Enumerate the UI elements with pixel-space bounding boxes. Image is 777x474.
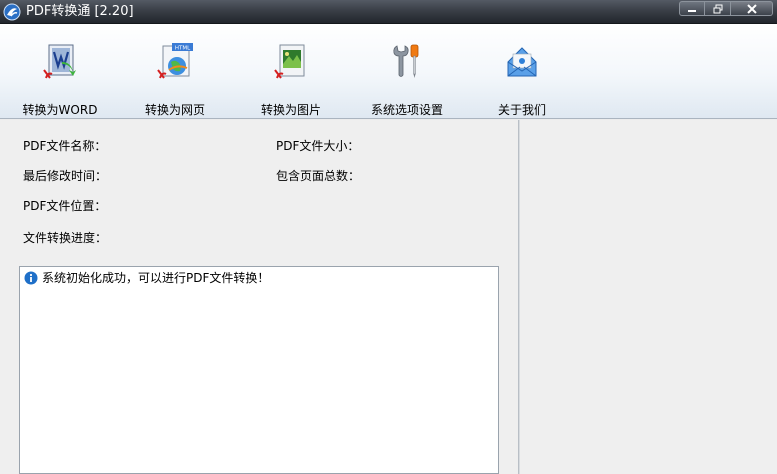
- pdf-location-label: PDF文件位置：: [23, 199, 107, 213]
- pdf-to-word-icon: [43, 44, 76, 79]
- page-count-label: 包含页面总数：: [276, 169, 361, 183]
- toolbar: 转换为WORD HTML 转换为网页 转换为图片 系统选项设置 关于我们: [0, 24, 777, 119]
- close-button[interactable]: [731, 1, 773, 16]
- about-us-button[interactable]: 关于我们: [493, 42, 551, 117]
- pdf-file-name-label: PDF文件名称：: [23, 139, 107, 153]
- svg-text:HTML: HTML: [175, 45, 191, 51]
- log-message: 系统初始化成功，可以进行PDF文件转换！: [42, 271, 270, 285]
- minimize-icon: [688, 9, 696, 12]
- about-us-label: 关于我们: [497, 103, 546, 117]
- title-bar: PDF转换通 [2.20]: [0, 0, 777, 24]
- minimize-button[interactable]: [679, 1, 705, 16]
- convert-to-image-label: 转换为图片: [260, 103, 321, 117]
- pdf-to-image-icon: [274, 44, 305, 79]
- system-settings-label: 系统选项设置: [370, 103, 443, 117]
- pdf-file-size-label: PDF文件大小：: [276, 139, 360, 153]
- system-settings-button[interactable]: 系统选项设置: [366, 42, 448, 117]
- app-logo-icon: [3, 3, 21, 21]
- about-mail-icon: [507, 47, 537, 77]
- settings-tools-icon: [393, 44, 419, 78]
- file-info-panel: PDF文件名称： PDF文件大小： 最后修改时间： 包含页面总数： PDF文件位…: [0, 120, 519, 474]
- convert-to-html-label: 转换为网页: [144, 103, 205, 117]
- close-icon: [746, 4, 757, 13]
- restore-button[interactable]: [705, 1, 731, 16]
- last-modified-label: 最后修改时间：: [23, 169, 108, 183]
- convert-to-word-label: 转换为WORD: [22, 103, 98, 117]
- pdf-to-html-icon: HTML: [157, 43, 193, 79]
- conversion-progress-label: 文件转换进度：: [23, 231, 108, 245]
- restore-icon: [713, 4, 722, 13]
- convert-to-word-button[interactable]: 转换为WORD: [22, 42, 98, 117]
- side-panel: [519, 120, 777, 474]
- window-controls: [679, 1, 773, 16]
- log-entry: 系统初始化成功，可以进行PDF文件转换！: [24, 271, 269, 285]
- convert-to-html-button[interactable]: HTML 转换为网页: [140, 42, 210, 117]
- convert-to-image-button[interactable]: 转换为图片: [256, 42, 326, 117]
- info-icon: [24, 271, 38, 285]
- window-title: PDF转换通 [2.20]: [26, 4, 134, 19]
- log-listbox[interactable]: 系统初始化成功，可以进行PDF文件转换！: [19, 266, 499, 474]
